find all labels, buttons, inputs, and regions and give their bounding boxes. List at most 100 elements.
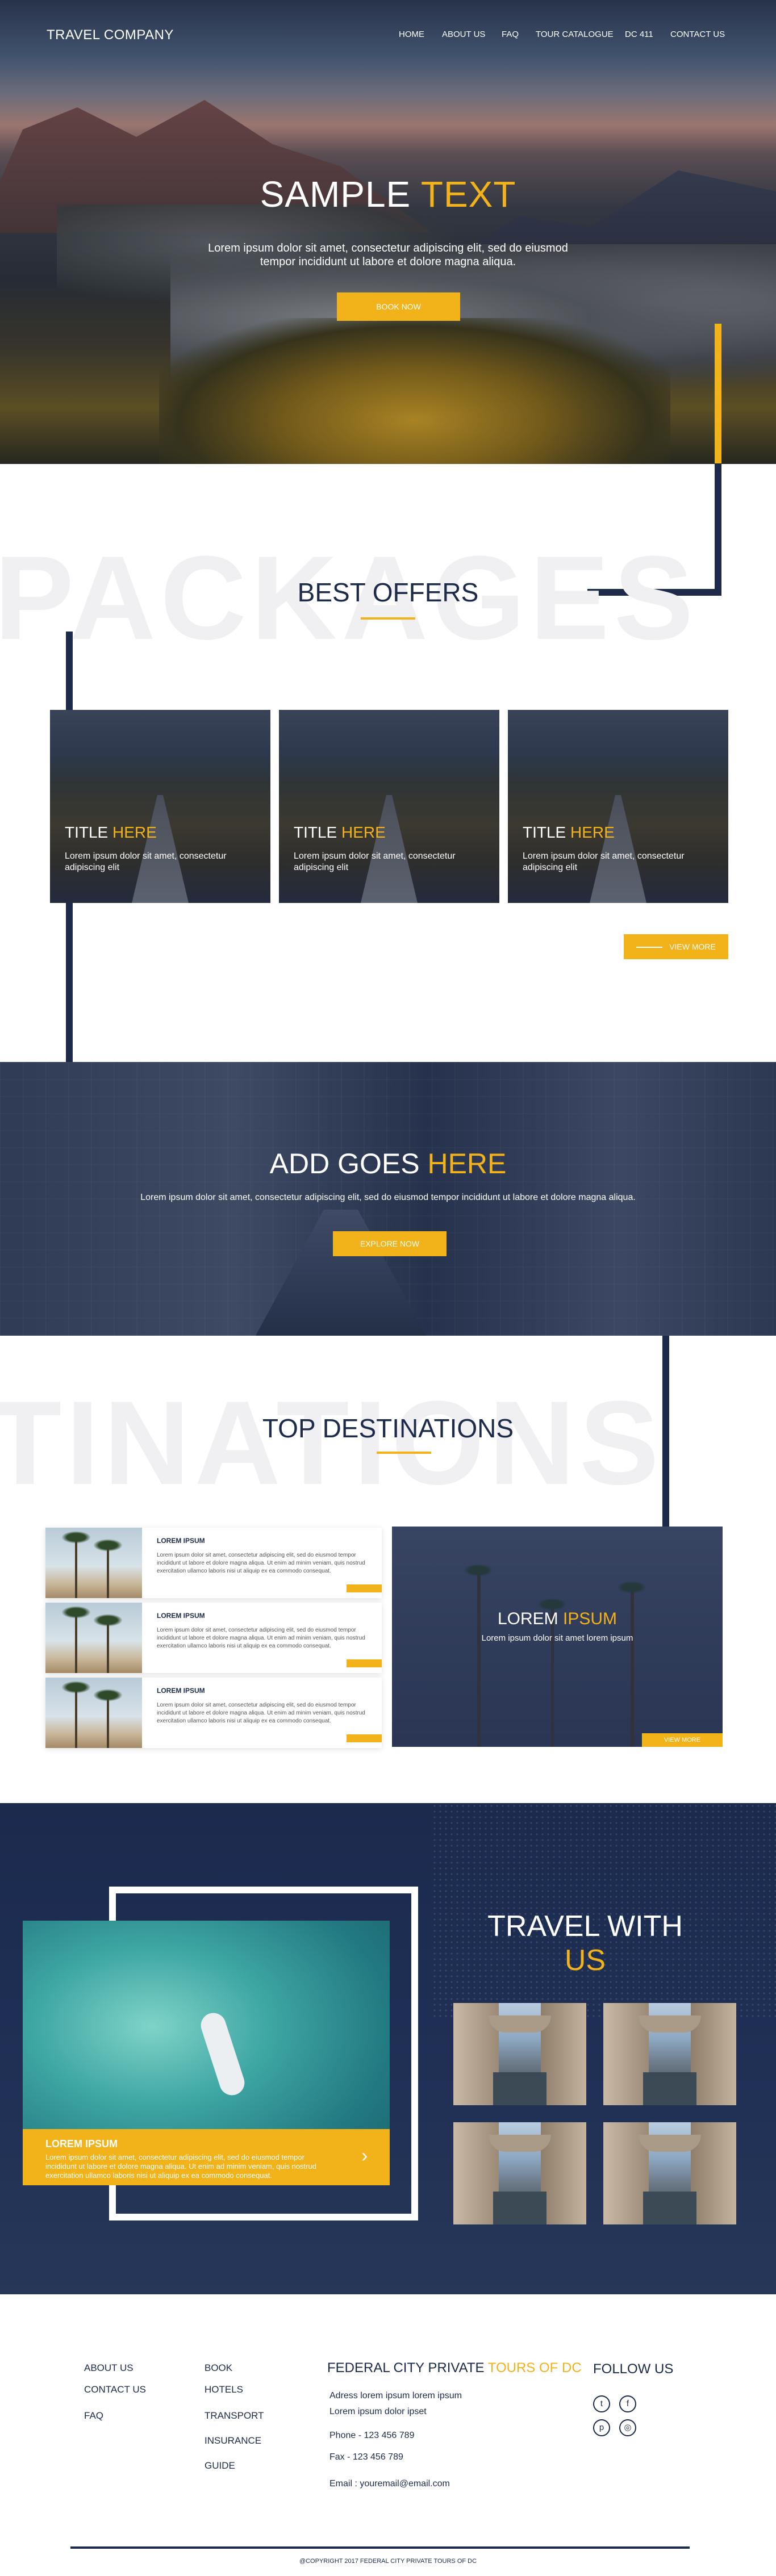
- palm-beach-image: [45, 1678, 142, 1748]
- palm-beach-image: [45, 1603, 142, 1673]
- hero-title: SAMPLE TEXT: [260, 174, 516, 215]
- pinterest-icon[interactable]: p: [593, 2419, 610, 2436]
- offer-card-desc: Lorem ipsum dolor sit amet, consectetur …: [523, 851, 685, 872]
- follow-us-heading: FOLLOW US: [593, 2361, 674, 2377]
- feature-title: LOREM IPSUM: [497, 1609, 618, 1628]
- promo-title: LOREM IPSUM: [45, 2138, 118, 2150]
- destination-more-button[interactable]: [347, 1584, 382, 1592]
- footer-link-insurance[interactable]: INSURANCE: [205, 2435, 261, 2447]
- ad-banner: ADD GOES HERE Lorem ipsum dolor sit amet…: [0, 1062, 776, 1336]
- offer-card[interactable]: TITLE HERE Lorem ipsum dolor sit amet, c…: [50, 710, 270, 903]
- destination-desc: Lorem ipsum dolor sit amet, consectetur …: [157, 1702, 365, 1724]
- paddleboard: [197, 2009, 248, 2099]
- promo-bar[interactable]: LOREM IPSUM Lorem ipsum dolor sit amet, …: [23, 2129, 390, 2185]
- footer-link-faq[interactable]: FAQ: [84, 2410, 103, 2422]
- banner-title: ADD GOES HERE: [269, 1148, 507, 1180]
- copyright: @COPYRIGHT 2017 FEDERAL CITY PRIVATE TOU…: [299, 2558, 477, 2565]
- footer-address-line2: Lorem ipsum dolor ipset: [329, 2407, 427, 2416]
- nav-home[interactable]: HOME: [399, 30, 424, 39]
- gallery-thumbnail[interactable]: [603, 2003, 736, 2105]
- footer-link-contact[interactable]: CONTACT US: [84, 2384, 146, 2395]
- offer-card[interactable]: TITLE HERE Lorem ipsum dolor sit amet, c…: [508, 710, 728, 903]
- nav-tour-catalogue[interactable]: TOUR CATALOGUE: [536, 30, 614, 39]
- destination-item[interactable]: LOREM IPSUM Lorem ipsum dolor sit amet, …: [45, 1603, 382, 1673]
- offer-card-title: TITLE HERE: [65, 823, 157, 841]
- arrow-right-icon[interactable]: ›: [361, 2145, 368, 2167]
- top-destinations-title: TOP DESTINATIONS: [262, 1414, 514, 1443]
- palm-tree: [93, 1539, 123, 1598]
- footer-address-line1: Adress lorem ipsum lorem ipsum: [329, 2391, 462, 2401]
- brand-logo[interactable]: TRAVEL COMPANY: [47, 27, 174, 43]
- travel-with-us-title: TRAVEL WITH US: [487, 1910, 683, 1977]
- footer-divider: [70, 2546, 690, 2549]
- dash-line: [636, 947, 663, 948]
- gallery-thumbnail[interactable]: [603, 2122, 736, 2224]
- destination-more-button[interactable]: [347, 1734, 382, 1742]
- instagram-icon[interactable]: ◎: [619, 2419, 636, 2436]
- footer-link-transport[interactable]: TRANSPORT: [205, 2410, 264, 2422]
- twitter-icon[interactable]: t: [593, 2395, 610, 2412]
- feature-view-more-button[interactable]: VIEW MORE: [642, 1733, 723, 1747]
- destination-item[interactable]: LOREM IPSUM Lorem ipsum dolor sit amet, …: [45, 1678, 382, 1748]
- featured-destination[interactable]: LOREM IPSUM Lorem ipsum dolor sit amet l…: [392, 1527, 723, 1747]
- canal-water: [493, 2072, 546, 2105]
- offer-card-title: TITLE HERE: [523, 823, 615, 841]
- offer-card[interactable]: TITLE HERE Lorem ipsum dolor sit amet, c…: [279, 710, 499, 903]
- gallery-thumbnail[interactable]: [453, 2122, 586, 2224]
- canal-water: [643, 2072, 696, 2105]
- hero-section: [0, 0, 776, 464]
- palm-tree: [61, 1606, 91, 1673]
- card-shade: [508, 710, 728, 903]
- palm-tree: [93, 1689, 123, 1748]
- promo-desc: Lorem ipsum dolor sit amet, consectetur …: [45, 2153, 316, 2180]
- bridge-arch: [639, 2015, 701, 2033]
- connector-line: [715, 464, 721, 596]
- card-shade: [279, 710, 499, 903]
- palm-tree: [61, 1531, 91, 1598]
- best-offers-title: BEST OFFERS: [297, 578, 479, 607]
- explore-now-button[interactable]: EXPLORE NOW: [333, 1231, 447, 1256]
- title-underline: [361, 617, 415, 620]
- destination-title: LOREM IPSUM: [157, 1687, 205, 1695]
- bridge-arch: [489, 2015, 551, 2033]
- destination-desc: Lorem ipsum dolor sit amet, consectetur …: [157, 1627, 365, 1649]
- hero-accent-bar: [715, 324, 721, 463]
- palm-beach-image: [45, 1528, 142, 1598]
- destination-title: LOREM IPSUM: [157, 1537, 205, 1545]
- hero-subtitle: Lorem ipsum dolor sit amet, consectetur …: [208, 242, 568, 268]
- view-more-button[interactable]: VIEW MORE: [624, 934, 728, 959]
- offer-card-desc: Lorem ipsum dolor sit amet, consectetur …: [294, 851, 456, 872]
- destination-item[interactable]: LOREM IPSUM Lorem ipsum dolor sit amet, …: [45, 1528, 382, 1598]
- offer-card-title: TITLE HERE: [294, 823, 386, 841]
- footer-company-name: FEDERAL CITY PRIVATE TOURS OF DC: [327, 2360, 582, 2376]
- palm-tree: [61, 1681, 91, 1748]
- bridge-arch: [489, 2135, 551, 2152]
- card-shade: [50, 710, 270, 903]
- footer-phone: Phone - 123 456 789: [329, 2431, 415, 2440]
- nav-dc411[interactable]: DC 411: [625, 30, 653, 39]
- footer-email[interactable]: Email : youremail@email.com: [329, 2479, 450, 2489]
- nav-contact[interactable]: CONTACT US: [670, 30, 725, 39]
- offer-card-desc: Lorem ipsum dolor sit amet, consectetur …: [65, 851, 227, 872]
- footer-link-about[interactable]: ABOUT US: [84, 2362, 133, 2374]
- nav-faq[interactable]: FAQ: [502, 30, 519, 39]
- footer-link-guide[interactable]: GUIDE: [205, 2460, 235, 2472]
- footer-fax: Fax - 123 456 789: [329, 2452, 403, 2462]
- footer-link-book[interactable]: BOOK: [205, 2362, 232, 2374]
- palm-tree: [93, 1614, 123, 1673]
- facebook-icon[interactable]: f: [619, 2395, 636, 2412]
- book-now-button[interactable]: BOOK NOW: [337, 292, 460, 321]
- destination-title: LOREM IPSUM: [157, 1612, 205, 1620]
- feature-desc: Lorem ipsum dolor sit amet lorem ipsum: [481, 1633, 633, 1643]
- gallery-thumbnail[interactable]: [453, 2003, 586, 2105]
- destination-more-button[interactable]: [347, 1659, 382, 1667]
- nav-about[interactable]: ABOUT US: [442, 30, 485, 39]
- footer-link-hotels[interactable]: HOTELS: [205, 2384, 243, 2395]
- canal-water: [493, 2192, 546, 2224]
- destination-desc: Lorem ipsum dolor sit amet, consectetur …: [157, 1552, 365, 1574]
- canal-water: [643, 2192, 696, 2224]
- title-underline: [377, 1452, 431, 1454]
- banner-subtitle: Lorem ipsum dolor sit amet, consectetur …: [140, 1193, 636, 1202]
- hero-overlay: [0, 0, 776, 464]
- bridge-arch: [639, 2135, 701, 2152]
